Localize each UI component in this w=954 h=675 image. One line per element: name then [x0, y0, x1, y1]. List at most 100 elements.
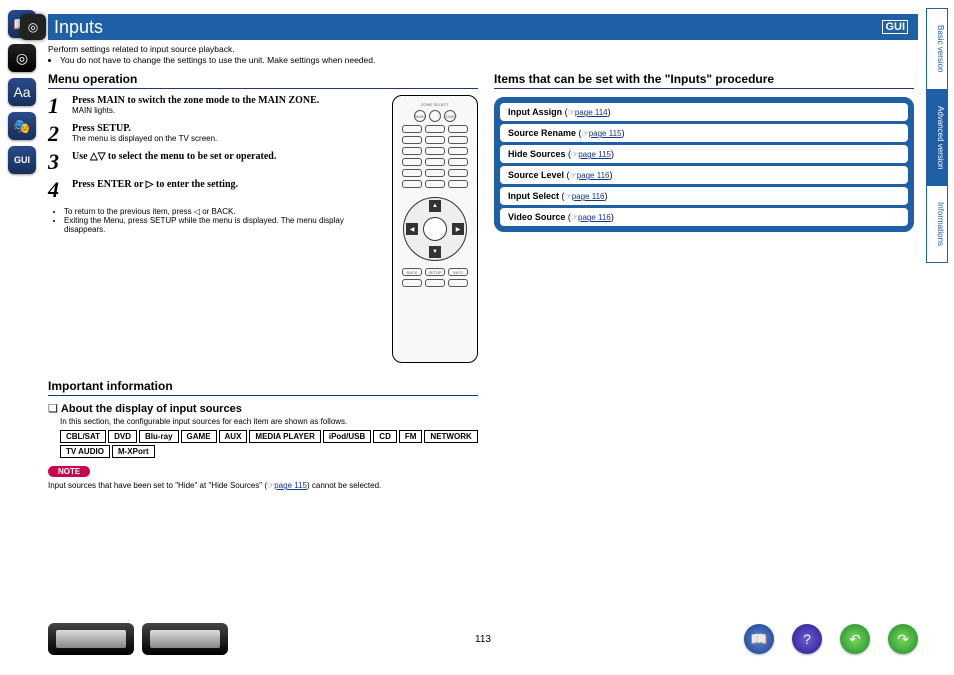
note-badge: NOTE — [48, 466, 90, 477]
item-page-link[interactable]: page 114 — [575, 108, 608, 117]
small-notes: To return to the previous item, press ◁ … — [48, 207, 384, 234]
item-name: Source Rename — [508, 128, 576, 138]
target-icon[interactable]: ◎ — [8, 44, 36, 72]
intro-line: Perform settings related to input source… — [48, 44, 914, 55]
remote-dpad: ▲ ▼ ◀ ▶ — [403, 197, 467, 261]
item-hide-sources: Hide Sources (☞page 115) — [500, 145, 908, 163]
device-front-icon[interactable] — [48, 623, 134, 655]
gui-icon[interactable]: GUI — [8, 146, 36, 174]
tab-advanced[interactable]: Advanced version — [926, 89, 948, 187]
remote-btn — [402, 136, 422, 144]
important-heading: Important information — [48, 379, 478, 396]
item-page-link[interactable]: page 115 — [578, 150, 611, 159]
steps-list: 1 Press MAIN to switch the zone mode to … — [48, 95, 384, 363]
remote-label: ZONE SELECT — [421, 102, 449, 107]
step-2: 2 Press SETUP.The menu is displayed on t… — [48, 123, 384, 145]
source-chip: Blu-ray — [139, 430, 179, 443]
item-video-source: Video Source (☞page 116) — [500, 208, 908, 226]
item-page-link[interactable]: page 116 — [577, 171, 610, 180]
tab-basic[interactable]: Basic version — [926, 8, 948, 90]
item-page-link[interactable]: page 115 — [589, 129, 622, 138]
remote-btn — [448, 279, 468, 287]
footer-book-icon[interactable]: 📖 — [744, 624, 774, 654]
remote-btn — [402, 180, 422, 188]
note-text: Input sources that have been set to "Hid… — [48, 481, 478, 490]
remote-btn — [448, 169, 468, 177]
items-heading: Items that can be set with the "Inputs" … — [494, 72, 914, 89]
remote-main-btn: MAIN — [414, 110, 426, 122]
step-main: Press SETUP. — [72, 123, 384, 134]
source-chip: MEDIA PLAYER — [249, 430, 320, 443]
step-num: 4 — [48, 179, 66, 201]
note-page-link[interactable]: page 115 — [274, 481, 307, 490]
title-icon: ◎ — [20, 14, 46, 40]
title-bar: ◎ Inputs GUI — [48, 14, 918, 40]
step-sub: MAIN lights. — [72, 106, 384, 115]
remote-zone2-btn: ZONE2 — [444, 110, 456, 122]
step-main: Use △▽ to select the menu to be set or o… — [72, 151, 384, 162]
item-name: Hide Sources — [508, 149, 566, 159]
remote-btn — [448, 180, 468, 188]
step-sub: The menu is displayed on the TV screen. — [72, 134, 384, 143]
note-line: Exiting the Menu, press SETUP while the … — [64, 216, 384, 234]
item-input-select: Input Select (☞page 116) — [500, 187, 908, 205]
intro-text: Perform settings related to input source… — [48, 44, 914, 66]
step-3: 3 Use △▽ to select the menu to be set or… — [48, 151, 384, 173]
item-page-link[interactable]: page 116 — [572, 192, 605, 201]
source-chip: AUX — [219, 430, 248, 443]
remote-btn — [402, 279, 422, 287]
footer-next-icon[interactable]: ↷ — [888, 624, 918, 654]
remote-info-btn: INFO — [448, 268, 468, 276]
remote-back-btn: BACK — [402, 268, 422, 276]
footer-help-icon[interactable]: ? — [792, 624, 822, 654]
item-name: Input Select — [508, 191, 559, 201]
intro-bullet: You do not have to change the settings t… — [60, 55, 914, 66]
item-name: Video Source — [508, 212, 565, 222]
source-chips: CBL/SAT DVD Blu-ray GAME AUX MEDIA PLAYE… — [60, 430, 478, 458]
remote-btn — [448, 125, 468, 133]
source-chip: CD — [373, 430, 397, 443]
source-chip: GAME — [181, 430, 217, 443]
device-rear-icon[interactable] — [142, 623, 228, 655]
remote-btn — [402, 147, 422, 155]
step-4: 4 Press ENTER or ▷ to enter the setting. — [48, 179, 384, 201]
page-number: 113 — [475, 634, 491, 645]
tab-informations[interactable]: Informations — [926, 185, 948, 263]
about-heading: About the display of input sources — [48, 402, 478, 415]
remote-btn — [402, 125, 422, 133]
glossary-icon[interactable]: Aa — [8, 78, 36, 106]
gui-badge: GUI — [882, 20, 908, 34]
source-chip: DVD — [108, 430, 137, 443]
right-tabs: Basic version Advanced version Informati… — [926, 8, 948, 262]
about-text: In this section, the configurable input … — [60, 417, 478, 426]
note-text-b: ) cannot be selected. — [307, 481, 381, 490]
dpad-left-icon: ◀ — [406, 223, 418, 235]
remote-btn — [425, 136, 445, 144]
step-main: Press ENTER or ▷ to enter the setting. — [72, 179, 384, 190]
dpad-right-icon: ▶ — [452, 223, 464, 235]
remote-setup-btn: SETUP — [425, 268, 445, 276]
step-num: 1 — [48, 95, 66, 117]
footer: 113 📖 ? ↶ ↷ — [48, 621, 918, 657]
item-page-link[interactable]: page 116 — [578, 213, 611, 222]
menu-operation-heading: Menu operation — [48, 72, 478, 89]
step-main: Press MAIN to switch the zone mode to th… — [72, 95, 384, 106]
footer-prev-icon[interactable]: ↶ — [840, 624, 870, 654]
step-num: 3 — [48, 151, 66, 173]
remote-btn — [448, 158, 468, 166]
note-text-a: Input sources that have been set to "Hid… — [48, 481, 267, 490]
source-chip: M-XPort — [112, 445, 155, 458]
masks-icon[interactable]: 🎭 — [8, 112, 36, 140]
dpad-up-icon: ▲ — [429, 200, 441, 212]
page-title: Inputs — [54, 17, 103, 38]
remote-btn — [425, 158, 445, 166]
source-chip: NETWORK — [424, 430, 477, 443]
item-source-level: Source Level (☞page 116) — [500, 166, 908, 184]
dpad-down-icon: ▼ — [429, 246, 441, 258]
step-1: 1 Press MAIN to switch the zone mode to … — [48, 95, 384, 117]
remote-btn — [429, 110, 441, 122]
remote-btn — [425, 125, 445, 133]
item-input-assign: Input Assign (☞page 114) — [500, 103, 908, 121]
remote-control-diagram: ZONE SELECT MAIN ZONE2 ▲ ▼ ◀ ▶ BACKSETUPI… — [392, 95, 478, 363]
source-chip: TV AUDIO — [60, 445, 110, 458]
